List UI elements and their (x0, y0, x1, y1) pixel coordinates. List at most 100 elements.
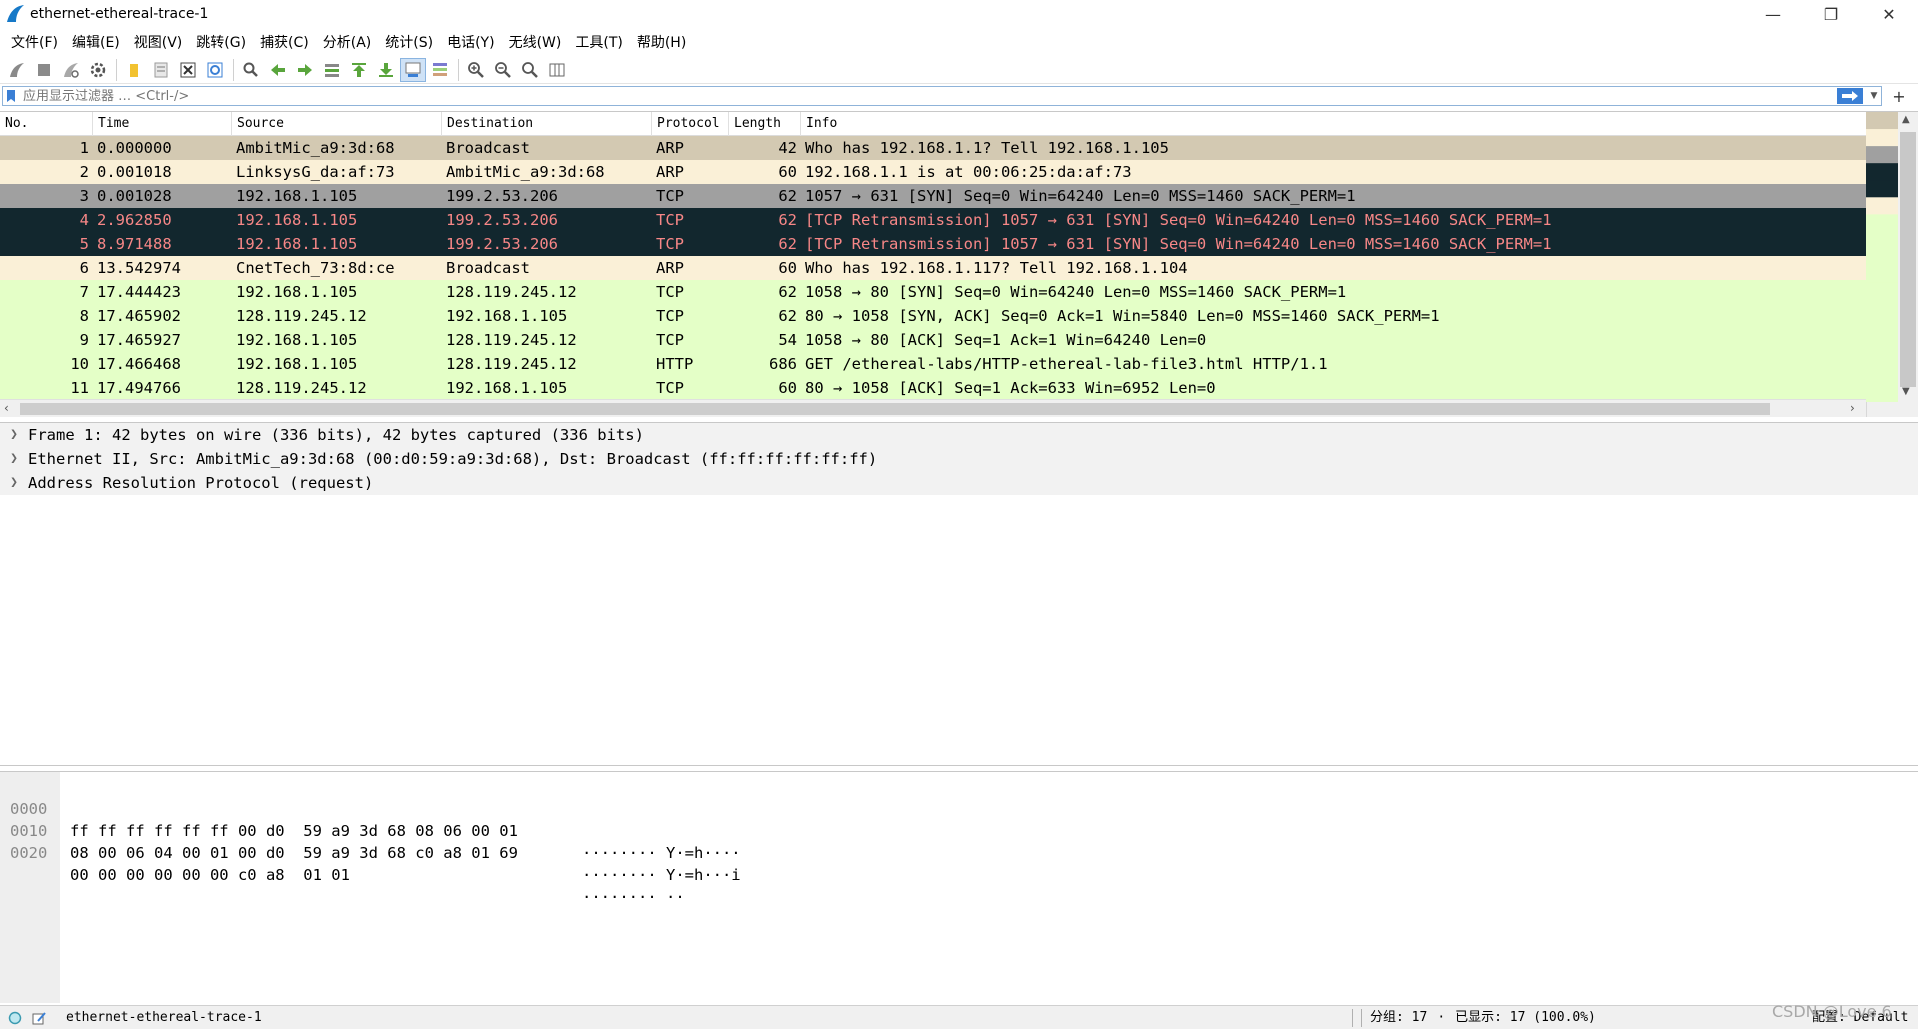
cell-destination: 128.119.245.12 (446, 331, 577, 349)
restore-button[interactable]: ❐ (1802, 0, 1860, 28)
zoom-in-button[interactable] (463, 58, 489, 82)
menu-tools[interactable]: 工具(T) (568, 32, 629, 52)
capture-options-button[interactable] (85, 58, 111, 82)
chevron-right-icon[interactable]: ❯ (0, 447, 28, 471)
bytes-hex[interactable]: 00 00 00 00 00 00 c0 a8 01 01 (70, 864, 570, 886)
scroll-down-icon[interactable]: ▼ (1902, 386, 1910, 397)
chevron-right-icon[interactable]: ❯ (0, 471, 28, 495)
close-file-button[interactable] (175, 58, 201, 82)
auto-scroll-icon (405, 62, 421, 77)
minimap-stripe (1866, 163, 1898, 181)
start-capture-button[interactable] (4, 58, 30, 82)
status-separator: · (1437, 1010, 1446, 1025)
menu-analyze[interactable]: 分析(A) (316, 32, 379, 52)
bytes-ascii[interactable]: ········ ·· (582, 886, 782, 908)
menu-capture[interactable]: 捕获(C) (253, 32, 316, 52)
chevron-right-icon[interactable]: ❯ (0, 423, 28, 447)
go-to-packet-button[interactable] (319, 58, 345, 82)
document-icon (154, 62, 168, 77)
menu-wireless[interactable]: 无线(W) (502, 32, 569, 52)
detail-row-arp[interactable]: ❯ Address Resolution Protocol (request) (0, 471, 1918, 495)
menu-telephony[interactable]: 电话(Y) (440, 32, 501, 52)
packet-list-rows: 1 0.000000 AmbitMic_a9:3d:68 Broadcast ARP 42… (0, 136, 1866, 400)
cell-protocol: ARP (656, 139, 684, 157)
capture-comment-button[interactable] (30, 1009, 48, 1027)
menu-edit[interactable]: 编辑(E) (65, 32, 127, 52)
horizontal-scrollbar[interactable]: ‹ › (0, 399, 1866, 417)
packet-row[interactable]: 5 8.971488 192.168.1.105 199.2.53.206 TCP 62 [… (0, 232, 1866, 256)
packet-minimap[interactable] (1866, 112, 1898, 402)
cell-source: 192.168.1.105 (236, 187, 358, 205)
save-file-button[interactable] (148, 58, 174, 82)
column-header-destination[interactable]: Destination (442, 112, 652, 136)
bytes-hex[interactable]: ff ff ff ff ff ff 00 d0 59 a9 3d 68 08 0… (70, 820, 570, 842)
packet-row[interactable]: 4 2.962850 192.168.1.105 199.2.53.206 TCP 62 [… (0, 208, 1866, 232)
bytes-row: 0020 00 00 00 00 00 00 c0 a8 01 01 ·····… (0, 820, 685, 906)
scroll-up-icon[interactable]: ▲ (1902, 114, 1910, 125)
go-forward-button[interactable] (292, 58, 318, 82)
filter-bookmark-button[interactable] (3, 87, 19, 105)
display-filter-input[interactable] (19, 87, 1837, 105)
find-packet-button[interactable] (238, 58, 264, 82)
vertical-scrollbar-thumb[interactable] (1900, 132, 1916, 387)
last-packet-button[interactable] (373, 58, 399, 82)
menu-file[interactable]: 文件(F) (4, 32, 65, 52)
packet-row[interactable]: 2 0.001018 LinksysG_da:af:73 AmbitMic_a9:3d… (0, 160, 1866, 184)
filter-history-dropdown[interactable]: ▼ (1867, 87, 1881, 105)
apply-filter-button[interactable] (1837, 88, 1863, 104)
minimap-stripe (1866, 299, 1898, 318)
add-filter-button[interactable]: + (1888, 86, 1910, 106)
open-file-button[interactable] (121, 58, 147, 82)
packet-row[interactable]: 11 17.494766 128.119.245.12 192.168.1.105 TC… (0, 376, 1866, 400)
column-header-protocol[interactable]: Protocol (652, 112, 729, 136)
auto-scroll-button[interactable] (400, 57, 426, 82)
arrow-down-icon (379, 62, 393, 77)
window-controls: — ❐ ✕ (1744, 0, 1918, 28)
column-header-time[interactable]: Time (93, 112, 232, 136)
column-header-length[interactable]: Length (729, 112, 801, 136)
column-header-no[interactable]: No. (0, 112, 93, 136)
horizontal-scrollbar-thumb[interactable] (20, 403, 1770, 415)
expert-info-button[interactable] (6, 1009, 24, 1027)
minimize-button[interactable]: — (1744, 0, 1802, 28)
packet-row[interactable]: 9 17.465927 192.168.1.105 128.119.245.12 TCP… (0, 328, 1866, 352)
resize-columns-button[interactable] (544, 58, 570, 82)
column-header-source[interactable]: Source (232, 112, 442, 136)
column-header-info[interactable]: Info (801, 112, 1866, 136)
packet-row[interactable]: 6 13.542974 CnetTech_73:8d:ce Broadcast ARP 6… (0, 256, 1866, 280)
cell-length: 62 (778, 307, 797, 325)
stop-capture-button[interactable] (31, 58, 57, 82)
cell-source: AmbitMic_a9:3d:68 (236, 139, 395, 157)
first-packet-button[interactable] (346, 58, 372, 82)
reload-file-button[interactable] (202, 58, 228, 82)
packet-row[interactable]: 10 17.466468 192.168.1.105 128.119.245.12 HT… (0, 352, 1866, 376)
scroll-right-icon[interactable]: › (1850, 401, 1855, 415)
go-back-button[interactable] (265, 58, 291, 82)
fin-icon (10, 62, 24, 77)
packet-row[interactable]: 8 17.465902 128.119.245.12 192.168.1.105 TCP… (0, 304, 1866, 328)
minimap-stripe (1866, 146, 1898, 164)
packet-row[interactable]: 1 0.000000 AmbitMic_a9:3d:68 Broadcast ARP 42… (0, 136, 1866, 160)
restart-fin-icon (64, 62, 79, 78)
detail-row-ethernet[interactable]: ❯ Ethernet II, Src: AmbitMic_a9:3d:68 (0… (0, 447, 1918, 471)
packet-row[interactable]: 3 0.001028 192.168.1.105 199.2.53.206 TCP 62 1… (0, 184, 1866, 208)
scroll-left-icon[interactable]: ‹ (4, 401, 9, 415)
status-packet-stats: 分组: 17 · 已显示: 17 (100.0%) (1344, 1006, 1596, 1030)
normal-size-button[interactable] (517, 58, 543, 82)
cell-time: 17.444423 (97, 283, 181, 301)
colorize-button[interactable] (427, 58, 453, 82)
menu-help[interactable]: 帮助(H) (630, 32, 693, 52)
detail-row-frame[interactable]: ❯ Frame 1: 42 bytes on wire (336 bits), … (0, 423, 1918, 447)
menu-view[interactable]: 视图(V) (127, 32, 190, 52)
bytes-ascii[interactable]: ········ Y·=h···i (582, 864, 782, 886)
restart-capture-button[interactable] (58, 58, 84, 82)
zoom-out-button[interactable] (490, 58, 516, 82)
bytes-ascii[interactable]: ········ Y·=h···· (582, 842, 782, 864)
packet-row[interactable]: 7 17.444423 192.168.1.105 128.119.245.12 TCP… (0, 280, 1866, 304)
menu-statistics[interactable]: 统计(S) (378, 32, 440, 52)
close-button[interactable]: ✕ (1860, 0, 1918, 28)
minimap-stripe (1866, 333, 1898, 352)
menu-go[interactable]: 跳转(G) (189, 32, 253, 52)
bytes-hex[interactable]: 08 00 06 04 00 01 00 d0 59 a9 3d 68 c0 a… (70, 842, 570, 864)
cell-protocol: TCP (656, 187, 684, 205)
